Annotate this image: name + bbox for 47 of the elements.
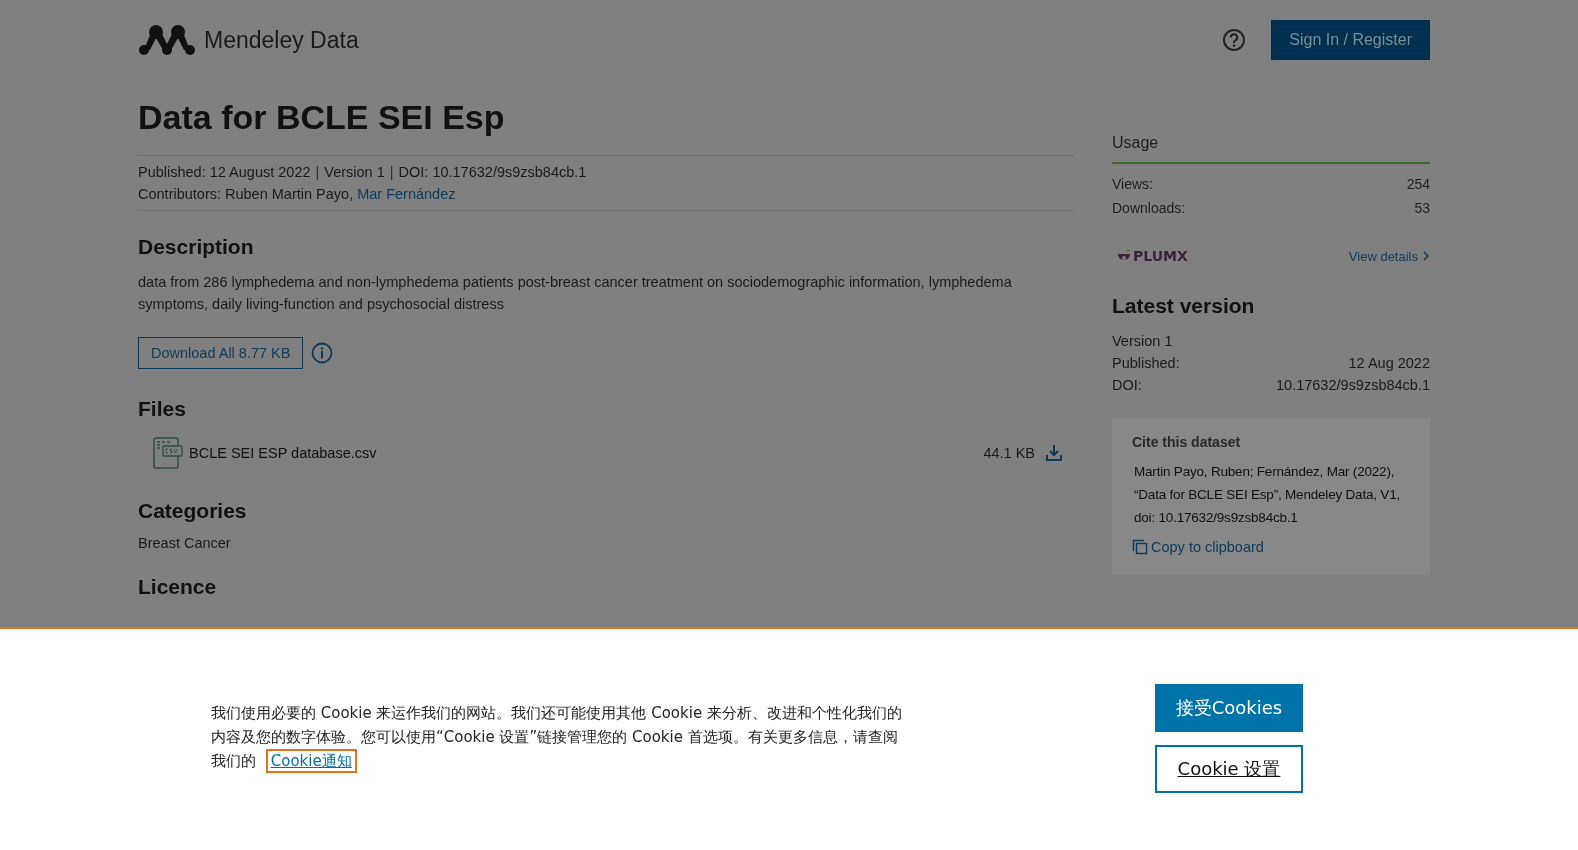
version-label: Version 1 [1112, 332, 1174, 351]
meta-item: Published: 12 August 2022 [138, 163, 311, 182]
meta-item: Version 1 [324, 163, 385, 182]
version-field-value: 12 Aug 2022 [1348, 354, 1430, 373]
section-heading: Files [138, 397, 187, 421]
category-label: Breast Cancer [138, 535, 232, 551]
file-name[interactable]: BCLE SEI ESP database.csv [189, 445, 978, 461]
version-field-label: Published: [1112, 354, 1180, 373]
stat-value: 254 [1406, 175, 1430, 194]
stat-value: 53 [1414, 199, 1430, 218]
cookie-notice-link[interactable]: Cookie通知 [268, 752, 354, 770]
stat-label: Downloads: [1112, 199, 1186, 218]
chevron-right-icon [1422, 251, 1430, 261]
info-icon [311, 342, 334, 364]
section-heading: Description [138, 235, 255, 259]
version-field-value: 10.17632/9s9zsb84cb.1 [1276, 376, 1430, 395]
section-heading: Licence [138, 575, 218, 599]
stat-label: Views: [1112, 175, 1153, 194]
version-field-label: DOI: [1112, 376, 1142, 395]
view-details-link[interactable]: View details [1348, 248, 1430, 264]
contributor-link[interactable]: Mar Fernández [357, 183, 456, 205]
section-heading: Latest version [1112, 294, 1256, 318]
meta-item: DOI: 10.17632/9s9zsb84cb.1 [398, 163, 587, 182]
file-size: 44.1 KB [983, 445, 1035, 461]
contributor-name: Ruben Martin Payo, [225, 185, 354, 204]
copy-icon [1132, 539, 1148, 555]
usage-heading: Usage [1112, 134, 1430, 164]
section-heading: Categories [138, 499, 248, 523]
sign-in-button[interactable]: Sign In / Register [1271, 20, 1430, 60]
csv-file-icon [153, 437, 183, 469]
meta-separator: | [389, 163, 394, 182]
cookie-settings-button[interactable]: Cookie 设置 [1155, 745, 1303, 793]
citation-text: Martin Payo, Ruben; Fernández, Mar (2022), “Data for BCLE SEI Esp”, Mendeley Data, V1, doi: 10.17632/9s9zsb84cb.1 [1133, 463, 1402, 527]
contributors-label: Contributors: [138, 185, 221, 204]
copy-to-clipboard-link[interactable]: Copy to clipboard [1132, 539, 1414, 555]
brand-name: Mendeley Data [204, 26, 359, 54]
accept-cookies-button[interactable]: 接受Cookies [1155, 684, 1303, 732]
cite-heading: Cite this dataset [1132, 434, 1242, 450]
dataset-title: Data for BCLE SEI Esp [138, 98, 506, 137]
download-icon [1045, 444, 1063, 462]
help-icon [1222, 28, 1247, 52]
logo-icon [138, 24, 196, 56]
meta-separator: | [315, 163, 320, 182]
cookie-notice-text: 我们使用必要的 Cookie 来运作我们的网站。我们还可能使用其他 Cookie 来分析、改进和个性化我们的内容及您的数字体验。您可以使用“Cookie 设置”链接管理您的 Cookie 首选项。有关更多信息，请查阅我们的 Cookie通知 [211, 701, 911, 773]
description-text: data from 286 lymphedema and non-lymphedema patients post-breast cancer treatment on sociodemographic information, lymphedema symptoms, daily living-function and psychosocial distress [138, 273, 1013, 314]
download-all-button[interactable]: Download All 8.77 KB [138, 337, 304, 369]
plumx-logo: PLUMX [1133, 248, 1188, 264]
